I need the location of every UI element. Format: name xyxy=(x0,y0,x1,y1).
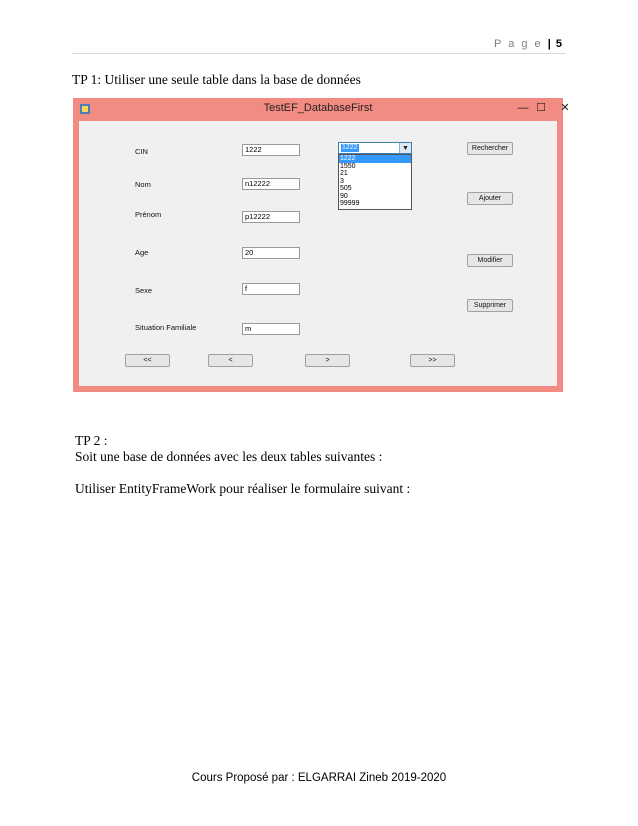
label-situation: Situation Familiale xyxy=(135,323,197,332)
combo-dropdown-list: 1222 1550 21 3 505 90 99999 xyxy=(338,154,412,210)
sexe-field[interactable]: f xyxy=(242,283,300,295)
maximize-icon[interactable]: ☐ xyxy=(533,100,549,116)
dropdown-option[interactable]: 90 xyxy=(339,193,411,201)
previous-record-button[interactable]: < xyxy=(208,354,253,367)
situation-field[interactable]: m xyxy=(242,323,300,335)
window-title: TestEF_DatabaseFirst xyxy=(263,102,373,114)
tp2-subtitle: Soit une base de données avec les deux t… xyxy=(75,449,383,464)
page-number: 5 xyxy=(555,38,562,50)
window-title-bar: TestEF_DatabaseFirst — ☐ ✕ xyxy=(73,98,570,120)
dropdown-option[interactable]: 505 xyxy=(339,185,411,193)
close-icon[interactable]: ✕ xyxy=(553,100,577,116)
label-sexe: Sexe xyxy=(135,286,153,295)
last-record-button[interactable]: >> xyxy=(410,354,455,367)
minimize-icon[interactable]: — xyxy=(515,100,531,116)
dropdown-option[interactable]: 1550 xyxy=(339,163,411,171)
prenom-field[interactable]: p12222 xyxy=(242,211,300,223)
dropdown-option[interactable]: 1222 xyxy=(339,155,411,163)
rechercher-button[interactable]: Rechercher xyxy=(467,142,513,155)
label-prenom: Prénom xyxy=(135,210,162,219)
ajouter-button[interactable]: Ajouter xyxy=(467,192,513,205)
combo-selected-value: 1222 xyxy=(341,144,359,152)
header-rule xyxy=(72,53,566,54)
first-record-button[interactable]: << xyxy=(125,354,170,367)
modifier-button[interactable]: Modifier xyxy=(467,254,513,267)
dropdown-option[interactable]: 3 xyxy=(339,178,411,186)
age-field[interactable]: 20 xyxy=(242,247,300,259)
app-window: TestEF_DatabaseFirst — ☐ ✕ CIN Nom Préno… xyxy=(73,98,570,392)
chevron-down-icon[interactable]: ▼ xyxy=(399,143,411,153)
cin-combo[interactable]: 1222 ▼ xyxy=(338,142,412,154)
page-separator: | xyxy=(547,38,551,50)
label-age: Age xyxy=(135,248,149,257)
label-cin: CIN xyxy=(135,147,148,156)
dropdown-option[interactable]: 99999 xyxy=(339,200,411,208)
label-nom: Nom xyxy=(135,180,151,189)
tp1-heading: TP 1: Utiliser une seule table dans la b… xyxy=(72,72,361,87)
tp2-heading: TP 2 : xyxy=(75,433,108,448)
page-header: P a g e | 5 xyxy=(494,38,562,50)
page-footer: Cours Proposé par : ELGARRAI Zineb 2019-… xyxy=(191,772,447,784)
page-word: P a g e xyxy=(494,38,543,50)
supprimer-button[interactable]: Supprimer xyxy=(467,299,513,312)
cin-field[interactable]: 1222 xyxy=(242,144,300,156)
dropdown-option[interactable]: 21 xyxy=(339,170,411,178)
window-client-area: CIN Nom Prénom Age Sexe Situation Famili… xyxy=(79,121,557,386)
next-record-button[interactable]: > xyxy=(305,354,350,367)
tp2-instruction: Utiliser EntityFrameWork pour réaliser l… xyxy=(75,481,411,496)
nom-field[interactable]: n12222 xyxy=(242,178,300,190)
